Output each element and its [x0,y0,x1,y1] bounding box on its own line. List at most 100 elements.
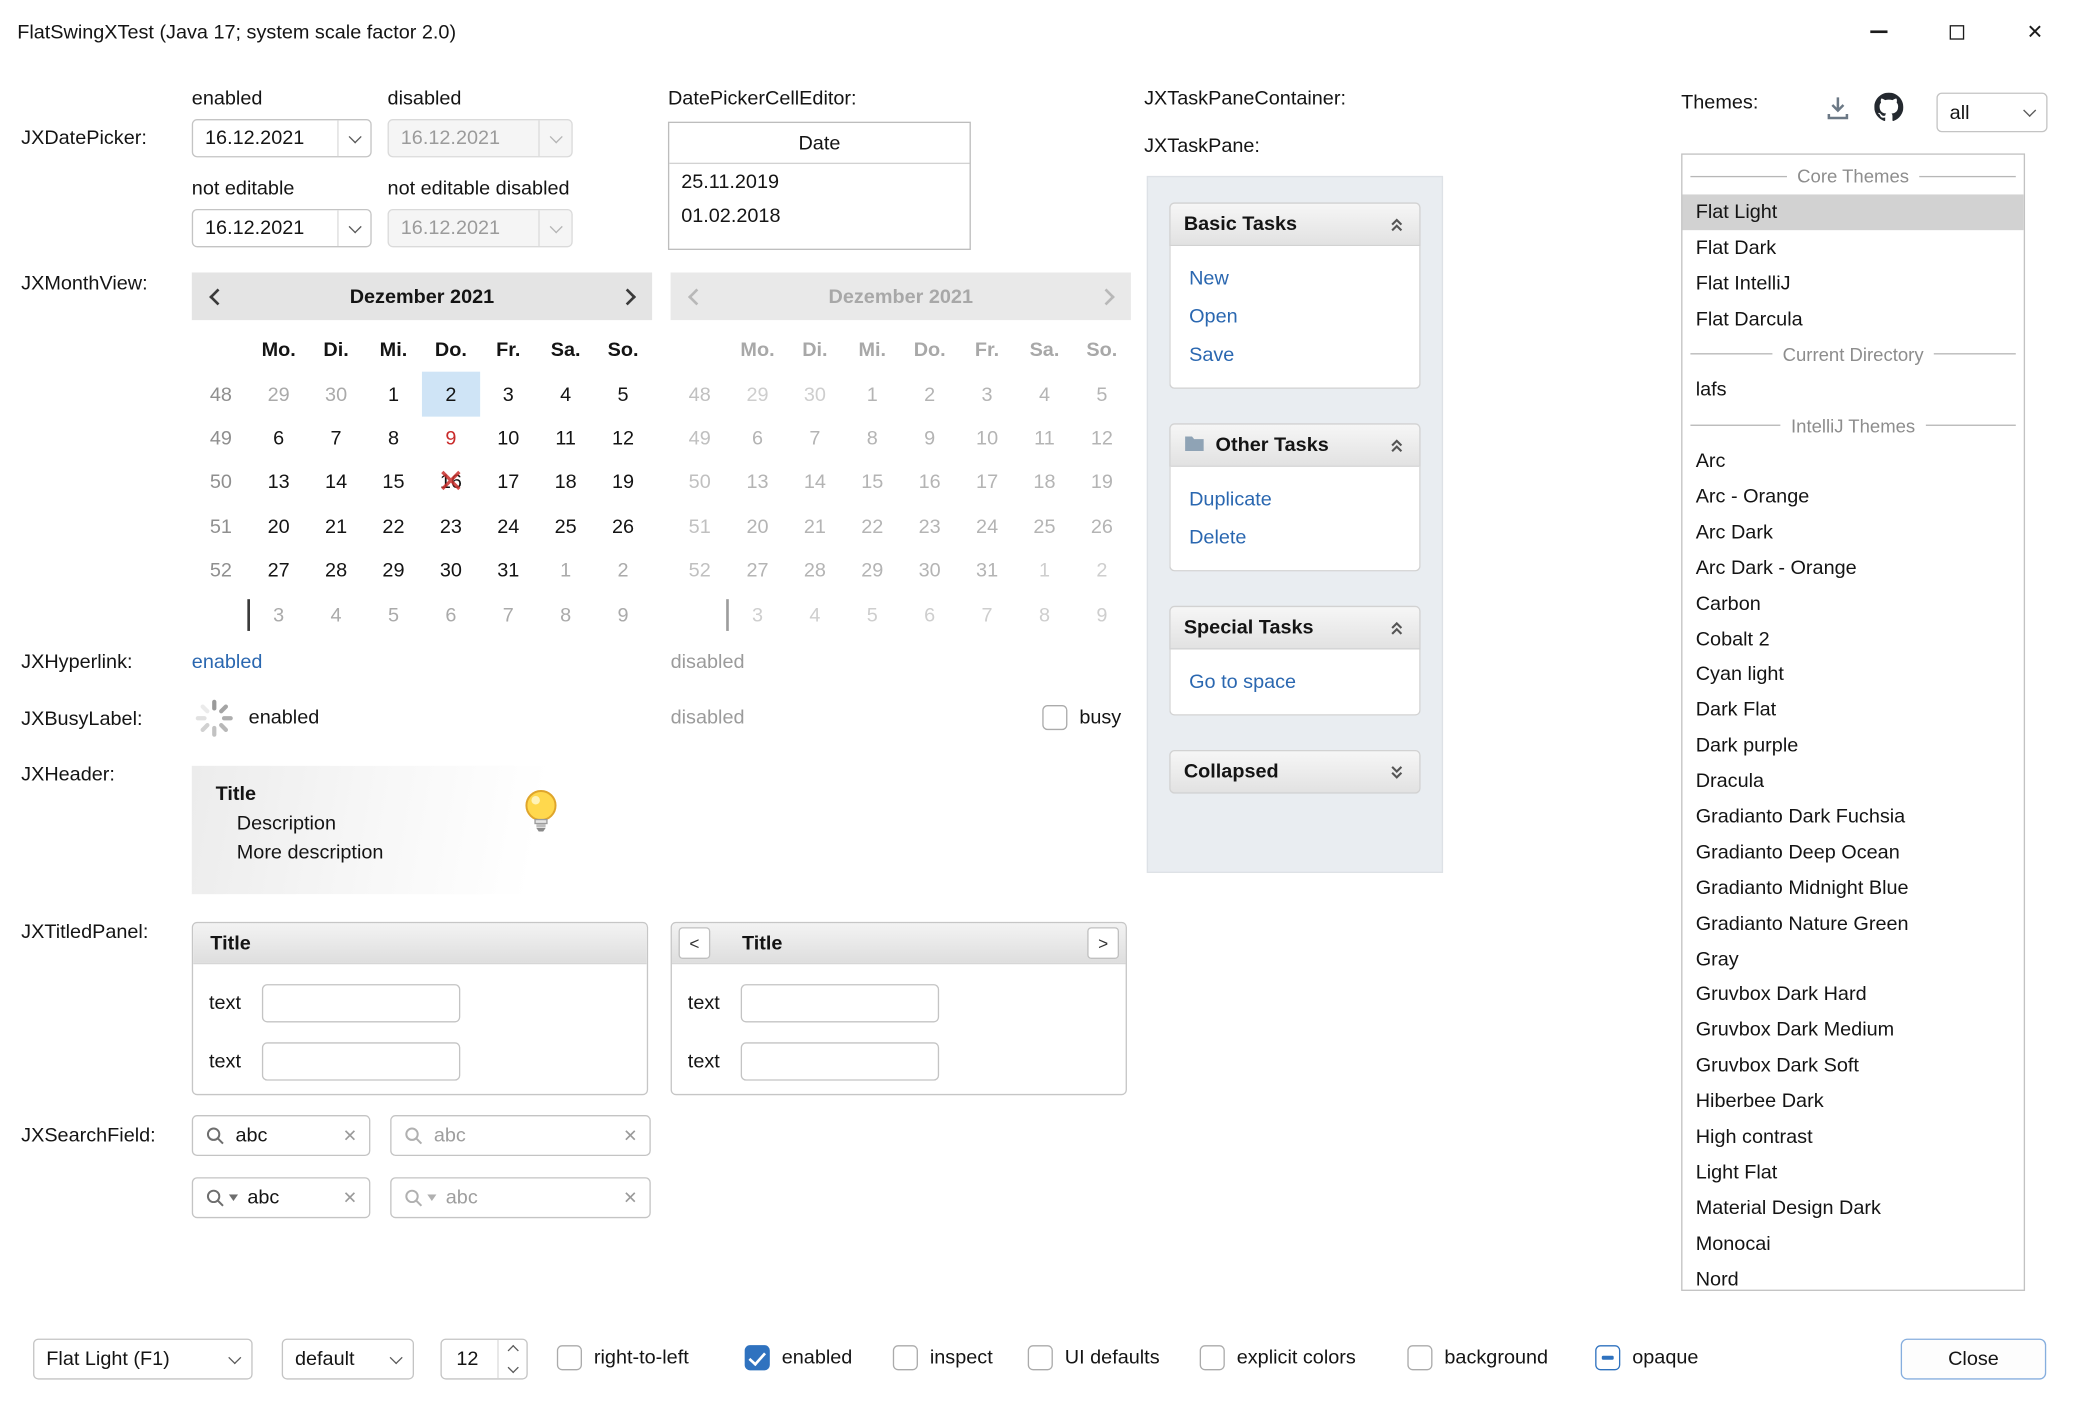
checkbox-box[interactable] [1407,1345,1432,1370]
clear-icon[interactable]: ✕ [623,1125,637,1146]
theme-list-item[interactable]: Carbon [1682,586,2023,622]
checkbox-explicit-colors[interactable]: explicit colors [1200,1345,1356,1370]
checkbox-ui-defaults[interactable]: UI defaults [1028,1345,1160,1370]
search-icon[interactable] [205,1125,226,1146]
checkbox-inspect[interactable]: inspect [893,1345,993,1370]
search-text[interactable]: abc [425,1124,624,1146]
monthview-day[interactable]: 9 [594,593,651,637]
monthview-day[interactable]: 22 [365,505,422,549]
font-combobox[interactable]: default [282,1339,414,1380]
monthview-day[interactable]: 31 [480,549,537,593]
theme-list-item[interactable]: Cyan light [1682,657,2023,693]
monthview-day[interactable]: 29 [365,549,422,593]
themes-list[interactable]: Core ThemesFlat LightFlat DarkFlat Intel… [1681,153,2025,1291]
monthview-day[interactable]: 6 [250,416,307,460]
taskpane-link-delete[interactable]: Delete [1189,524,1401,552]
taskpane-link-go-to-space[interactable]: Go to space [1189,668,1401,696]
search-text[interactable]: abc [226,1124,343,1146]
theme-list-item[interactable]: Arc Dark - Orange [1682,550,2023,586]
download-themes-button[interactable] [1824,94,1852,122]
minimize-button[interactable] [1840,0,1918,63]
theme-list-item[interactable]: Gruvbox Dark Medium [1682,1012,2023,1048]
checkbox-box[interactable] [745,1345,770,1370]
next-month-button[interactable] [602,272,652,320]
theme-list-item[interactable]: Flat IntelliJ [1682,265,2023,301]
taskpane-link-duplicate[interactable]: Duplicate [1189,485,1401,513]
previous-month-button[interactable] [192,272,242,320]
taskpane-link-new[interactable]: New [1189,265,1401,293]
spinner-value[interactable]: 12 [442,1340,498,1378]
monthview-day[interactable]: 4 [307,593,364,637]
hyperlink-enabled[interactable]: enabled [192,651,263,673]
font-size-spinner[interactable]: 12 [440,1339,527,1380]
monthview-day[interactable]: 1 [365,372,422,416]
search-with-menu-icon[interactable] [205,1187,238,1208]
search-text[interactable]: abc [238,1186,343,1208]
expand-icon[interactable] [1388,763,1407,782]
monthview-day[interactable]: 2 [422,372,479,416]
theme-list-item[interactable]: Monocai [1682,1226,2023,1262]
datepicker-dropdown-button[interactable] [337,120,370,156]
monthview-day[interactable]: 8 [537,593,594,637]
maximize-button[interactable] [1918,0,1996,63]
monthview-day[interactable]: 18 [537,461,594,505]
github-link[interactable] [1874,93,1903,122]
monthview-day[interactable]: 17 [480,461,537,505]
theme-list-item[interactable]: Gradianto Deep Ocean [1682,835,2023,871]
table-row[interactable]: 01.02.2018 [669,198,969,232]
monthview-day[interactable]: 25 [537,505,594,549]
next-button[interactable]: > [1087,927,1119,959]
theme-list-item[interactable]: Gradianto Midnight Blue [1682,870,2023,906]
search-field[interactable]: abc✕ [192,1177,371,1218]
theme-list-item[interactable]: Arc [1682,443,2023,479]
monthview-day[interactable]: 26 [594,505,651,549]
monthview-day[interactable]: 27 [250,549,307,593]
monthview-day[interactable]: 3 [250,593,307,637]
theme-list-item[interactable]: lafs [1682,372,2023,408]
text-input[interactable] [262,984,460,1022]
theme-list-item[interactable]: Gradianto Nature Green [1682,906,2023,942]
clear-icon[interactable]: ✕ [623,1187,637,1208]
spinner-down-button[interactable] [499,1359,527,1378]
taskpane-link-open[interactable]: Open [1189,303,1401,331]
monthview-day[interactable]: 29 [250,372,307,416]
theme-list-item[interactable]: Dark Flat [1682,692,2023,728]
monthview-day[interactable]: 9 [422,416,479,460]
monthview-day[interactable]: 2 [594,549,651,593]
monthview-day[interactable]: 11 [537,416,594,460]
datepicker-value[interactable]: 16.12.2021 [193,127,337,149]
laf-combobox[interactable]: Flat Light (F1) [33,1339,253,1380]
monthview-day[interactable]: 6 [422,593,479,637]
taskpane-header-other-tasks[interactable]: Other Tasks [1169,423,1420,467]
theme-list-item[interactable]: Nord [1682,1261,2023,1291]
theme-list-item[interactable]: Gradianto Dark Fuchsia [1682,799,2023,835]
monthview-day[interactable]: 8 [365,416,422,460]
search-field[interactable]: abc✕ [192,1115,371,1156]
collapse-icon[interactable] [1388,215,1407,234]
spinner-up-button[interactable] [499,1340,527,1359]
monthview-day[interactable]: 10 [480,416,537,460]
datepicker-dropdown-button[interactable] [337,210,370,246]
theme-list-item[interactable]: High contrast [1682,1119,2023,1155]
combobox-arrow[interactable] [2013,94,2046,131]
theme-list-item[interactable]: Arc - Orange [1682,479,2023,515]
theme-list-item[interactable]: Flat Dark [1682,230,2023,266]
combobox-arrow[interactable] [380,1340,413,1378]
monthview-day[interactable]: 30 [422,549,479,593]
search-with-menu-icon[interactable] [403,1187,436,1208]
monthview-day[interactable]: 7 [480,593,537,637]
taskpane-header-basic-tasks[interactable]: Basic Tasks [1169,202,1420,246]
checkbox-right-to-left[interactable]: right-to-left [557,1345,689,1370]
text-input[interactable] [262,1042,460,1080]
theme-list-item[interactable]: Dracula [1682,763,2023,799]
theme-list-item[interactable]: Cobalt 2 [1682,621,2023,657]
checkbox-box[interactable] [557,1345,582,1370]
theme-list-item[interactable]: Arc Dark [1682,514,2023,550]
monthview-day[interactable]: 23 [422,505,479,549]
theme-list-item[interactable]: Dark purple [1682,728,2023,764]
monthview-day[interactable]: 28 [307,549,364,593]
theme-list-item[interactable]: Gray [1682,941,2023,977]
checkbox-box[interactable] [893,1345,918,1370]
combobox-arrow[interactable] [218,1340,251,1378]
themes-filter-combobox[interactable]: all [1936,93,2047,133]
